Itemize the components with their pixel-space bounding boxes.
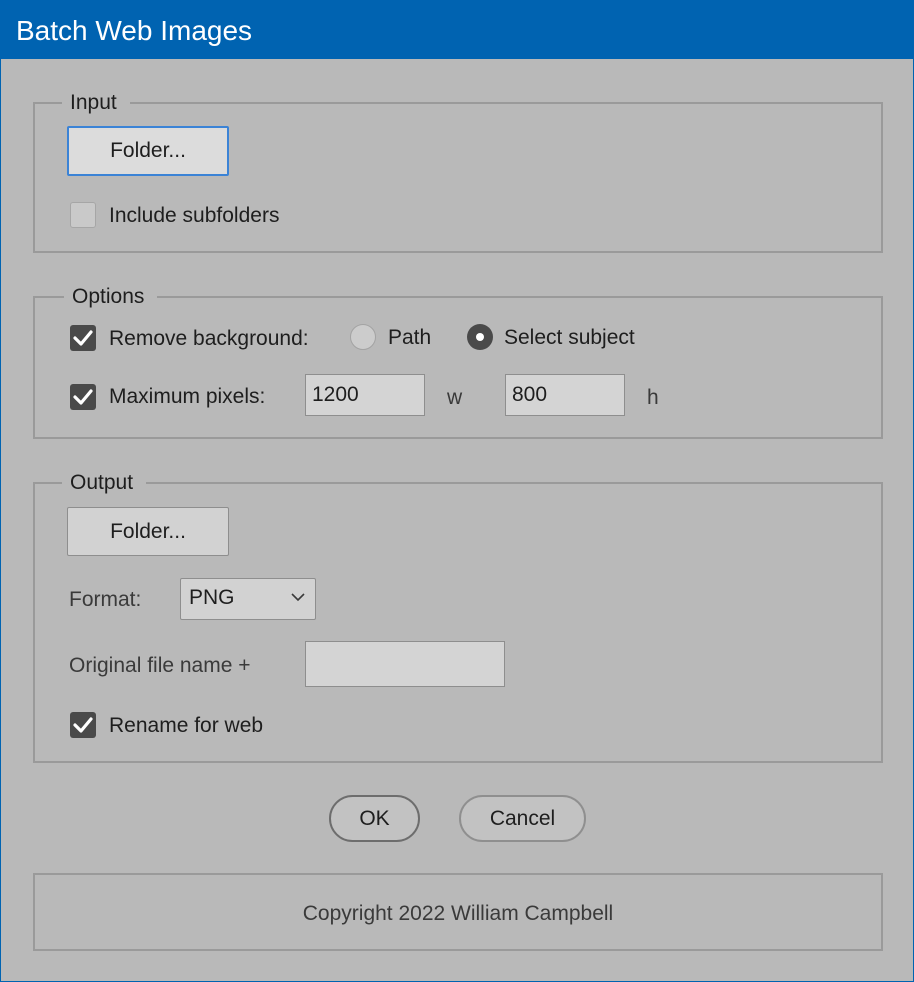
radio-path-label: Path — [388, 326, 432, 349]
max-pixels-checkbox[interactable] — [70, 384, 96, 410]
output-folder-button-label: Folder... — [110, 519, 186, 543]
cancel-button-label: Cancel — [489, 806, 556, 830]
format-select-value: PNG — [189, 586, 235, 609]
remove-background-label: Remove background: — [109, 327, 309, 350]
output-folder-button[interactable]: Folder... — [67, 507, 229, 556]
copyright-panel: Copyright 2022 William Campbell — [33, 873, 883, 951]
input-legend: Input — [62, 90, 130, 116]
output-legend: Output — [62, 470, 147, 496]
width-input[interactable] — [305, 374, 425, 416]
copyright-text: Copyright 2022 William Campbell — [302, 902, 614, 925]
input-folder-button[interactable]: Folder... — [67, 126, 229, 176]
suffix-input[interactable] — [305, 641, 505, 687]
radio-select-subject[interactable] — [467, 324, 493, 350]
chevron-down-icon — [291, 593, 305, 602]
checkmark-icon — [73, 330, 93, 346]
include-subfolders-checkbox[interactable] — [70, 202, 96, 228]
radio-select-subject-label: Select subject — [504, 326, 635, 349]
checkmark-icon — [73, 717, 93, 733]
width-unit-label: w — [447, 386, 463, 409]
format-select[interactable]: PNG — [180, 578, 316, 620]
suffix-label: Original file name + — [69, 654, 251, 677]
rename-for-web-checkbox[interactable] — [70, 712, 96, 738]
max-pixels-label: Maximum pixels: — [109, 385, 266, 408]
options-legend: Options — [64, 284, 158, 310]
ok-button[interactable]: OK — [329, 795, 420, 842]
options-panel: Options Remove background: Path Select s… — [33, 284, 883, 439]
input-folder-button-label: Folder... — [110, 139, 186, 162]
height-input[interactable] — [505, 374, 625, 416]
cancel-button[interactable]: Cancel — [459, 795, 586, 842]
window-title: Batch Web Images — [16, 15, 253, 46]
dialog-window: Batch Web Images Input Folder... Include… — [0, 0, 914, 982]
input-panel: Input Folder... Include subfolders — [33, 90, 883, 253]
title-bar[interactable]: Batch Web Images — [1, 1, 913, 59]
output-panel: Output Folder... Format: PNG Original fi… — [33, 470, 883, 763]
format-label: Format: — [69, 588, 142, 611]
ok-button-label: OK — [359, 806, 390, 830]
rename-for-web-label: Rename for web — [109, 714, 264, 737]
checkmark-icon — [73, 389, 93, 405]
height-unit-label: h — [647, 386, 659, 409]
radio-path[interactable] — [350, 324, 376, 350]
remove-background-checkbox[interactable] — [70, 325, 96, 351]
include-subfolders-label: Include subfolders — [109, 204, 280, 227]
